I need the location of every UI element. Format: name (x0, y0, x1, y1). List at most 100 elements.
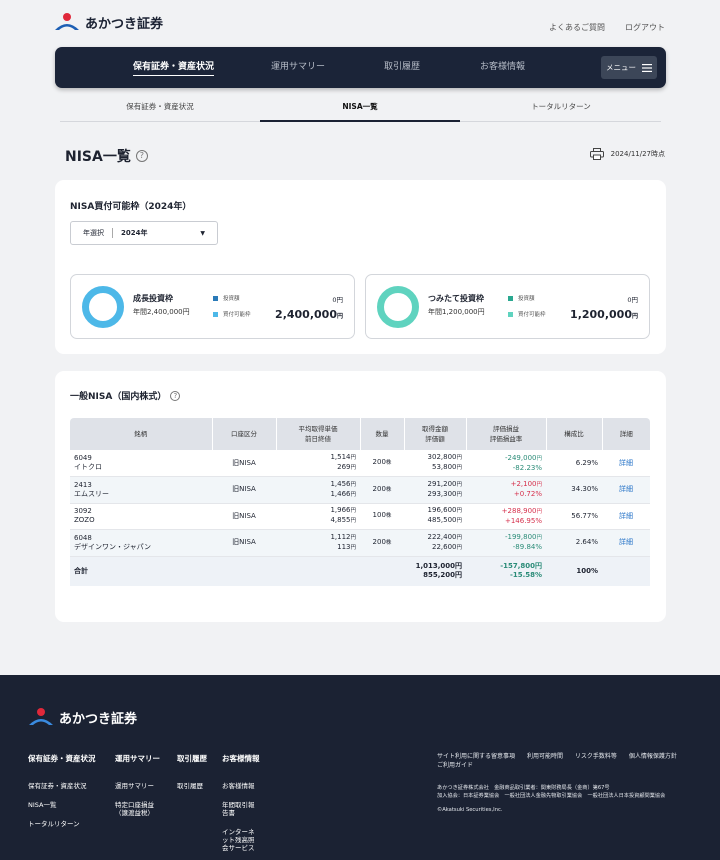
tsumitate-name: つみたて投資枠 (428, 294, 484, 303)
col-account: 口座区分 (212, 418, 277, 450)
subtab-total-return[interactable]: トータルリターン (461, 96, 661, 122)
nav-item-summary[interactable]: 運用サマリー (271, 47, 325, 88)
ratio: 56.77% (546, 503, 602, 530)
nisa-holdings-card: 一般NISA（国内株式） ? 銘柄 口座区分 平均取得単価 前日終値 数量 取得金… (55, 371, 666, 622)
nav-item-customer[interactable]: お客様情報 (480, 47, 525, 88)
table-header: 銘柄 口座区分 平均取得単価 前日終値 数量 取得金額 評価額 評価損益 評価損益率 … (70, 418, 650, 450)
main-nav: 保有証券・資産状況 運用サマリー 取引履歴 お客様情報 メニュー (55, 47, 666, 88)
faq-link[interactable]: よくあるご質問 (549, 22, 605, 33)
total-pl: -157,800円 -15.58% (466, 556, 546, 586)
footer-link[interactable]: 取引履歴 (177, 782, 207, 790)
amount: 222,400円 22,600円 (404, 529, 466, 557)
col-amount: 取得金額 評価額 (404, 418, 467, 450)
footer-link[interactable]: サイト利用に関する留意事項 (437, 753, 515, 760)
menu-label: メニュー (606, 63, 636, 72)
nav-item-history[interactable]: 取引履歴 (384, 47, 420, 88)
total-row: 合計 1,013,000円 855,200円 -157,800円 -15.58% 1… (70, 556, 650, 586)
detail-link[interactable]: 詳細 (602, 503, 650, 530)
footer-link[interactable]: 保有証券・資産状況 (28, 782, 96, 790)
footer-logo[interactable]: あかつき証券 (28, 707, 137, 727)
stock-name: 2413 エムスリー (70, 476, 212, 504)
growth-available-value: 2,400,000円 (275, 308, 343, 321)
page-title: NISA一覧 ? (65, 146, 148, 166)
footer-link[interactable]: お客様情報 (222, 782, 260, 790)
stock-name: 6048 デザインワン・ジャパン (70, 529, 212, 557)
table-row: 3092 ZOZO 旧NISA 1,966円 4,855円 100株 196,600… (70, 503, 650, 530)
nav-item-label: お客様情報 (480, 62, 526, 72)
subtab-nisa[interactable]: NISA一覧 (260, 96, 460, 122)
footer-col-head[interactable]: 取引履歴 (177, 753, 207, 764)
brand-name: あかつき証券 (85, 16, 164, 32)
footer-link[interactable]: 利用可能時間 (527, 753, 563, 760)
nav-item-holdings[interactable]: 保有証券・資産状況 (133, 47, 215, 88)
as-of-date: 2024/11/27時点 (589, 148, 665, 160)
quantity: 200株 (360, 476, 404, 504)
col-detail: 詳細 (602, 418, 650, 450)
caret-down-icon: ▼ (200, 230, 205, 237)
table-row: 6049 イトクロ 旧NISA 1,514円 269円 200株 302,800円 5… (70, 450, 650, 477)
quantity: 200株 (360, 450, 404, 477)
menu-button[interactable]: メニュー (601, 56, 657, 79)
logo-icon (54, 12, 80, 32)
amount: 291,200円 293,300円 (404, 476, 466, 504)
footer-link[interactable]: 年間取引報告書 (222, 801, 260, 817)
footer-link[interactable]: ご利用ガイド (437, 762, 473, 769)
date-text: 2024/11/27時点 (610, 150, 665, 158)
footer-col-head[interactable]: 運用サマリー (115, 753, 160, 764)
footer-link[interactable]: NISA一覧 (28, 801, 96, 809)
tsumitate-invested-value: 0円 (627, 296, 638, 304)
growth-annual: 年間2,400,000円 (133, 308, 190, 316)
avg-price: 1,966円 4,855円 (276, 503, 360, 530)
footer-link[interactable]: トータルリターン (28, 820, 96, 828)
footer-col-head[interactable]: お客様情報 (222, 753, 260, 764)
footer-col: 運用サマリー 運用サマリー特定口座損益 （譲渡益税） (115, 753, 160, 828)
print-icon[interactable] (589, 148, 604, 160)
logo-icon (28, 707, 54, 727)
top-links: よくあるご質問 ログアウト (549, 22, 665, 33)
detail-link[interactable]: 詳細 (602, 529, 650, 557)
stock-name: 6049 イトクロ (70, 450, 212, 477)
nisa-limit-card: NISA買付可能枠（2024年） 年選択 2024年 ▼ 成長投資枠 年間2,4… (55, 180, 666, 354)
table-row: 6048 デザインワン・ジャパン 旧NISA 1,112円 113円 200株 22… (70, 529, 650, 557)
year-select[interactable]: 年選択 2024年 ▼ (70, 221, 218, 245)
footer-link[interactable]: 特定口座損益 （譲渡益税） (115, 801, 160, 817)
footer-col: 保有証券・資産状況 保有証券・資産状況 NISA一覧 トータルリターン (28, 753, 96, 839)
subtab-holdings[interactable]: 保有証券・資産状況 (60, 96, 260, 122)
legend-invested: 投資額 (508, 294, 535, 302)
total-label: 合計 (70, 556, 212, 586)
footer: あかつき証券 保有証券・資産状況 保有証券・資産状況 NISA一覧 トータルリターン 運… (0, 675, 720, 860)
profit-loss: -249,000円 -82.23% (466, 450, 546, 477)
legend-invested: 投資額 (213, 294, 240, 302)
brand-logo[interactable]: あかつき証券 (54, 12, 163, 32)
year-select-label: 年選択 (83, 229, 104, 237)
account-type: 旧NISA (212, 450, 276, 477)
growth-invested-value: 0円 (332, 296, 343, 304)
avg-price: 1,112円 113円 (276, 529, 360, 557)
nav-item-label: 運用サマリー (271, 62, 326, 72)
detail-link[interactable]: 詳細 (602, 476, 650, 504)
account-type: 旧NISA (212, 503, 276, 530)
account-type: 旧NISA (212, 529, 276, 557)
footer-link[interactable]: 運用サマリー (115, 782, 160, 790)
detail-link[interactable]: 詳細 (602, 450, 650, 477)
stock-name: 3092 ZOZO (70, 503, 212, 530)
legend-available: 買付可能枠 (508, 310, 546, 318)
footer-col-head[interactable]: 保有証券・資産状況 (28, 753, 96, 764)
footer-link[interactable]: 個人情報保護方針 (629, 753, 677, 760)
ratio: 6.29% (546, 450, 602, 477)
footer-link[interactable]: リスク手数料等 (575, 753, 617, 760)
nav-item-label: 保有証券・資産状況 (133, 62, 215, 72)
year-select-value: 2024年 (121, 229, 148, 237)
col-pl: 評価損益 評価損益率 (466, 418, 547, 450)
footer-brand-name: あかつき証券 (59, 711, 138, 727)
footer-link[interactable]: インターネット残高照会サービス (222, 828, 260, 852)
logout-link[interactable]: ログアウト (625, 22, 665, 33)
col-qty: 数量 (360, 418, 405, 450)
profit-loss: -199,800円 -89.84% (466, 529, 546, 557)
quantity: 100株 (360, 503, 404, 530)
avg-price: 1,456円 1,466円 (276, 476, 360, 504)
help-icon[interactable]: ? (170, 390, 181, 401)
total-amount: 1,013,000円 855,200円 (404, 556, 466, 586)
corp-info: あかつき証券株式会社 金融商品取引業者：関東財務局長（金商）第67号 加入協会：… (437, 785, 666, 813)
help-icon[interactable]: ? (135, 150, 148, 162)
